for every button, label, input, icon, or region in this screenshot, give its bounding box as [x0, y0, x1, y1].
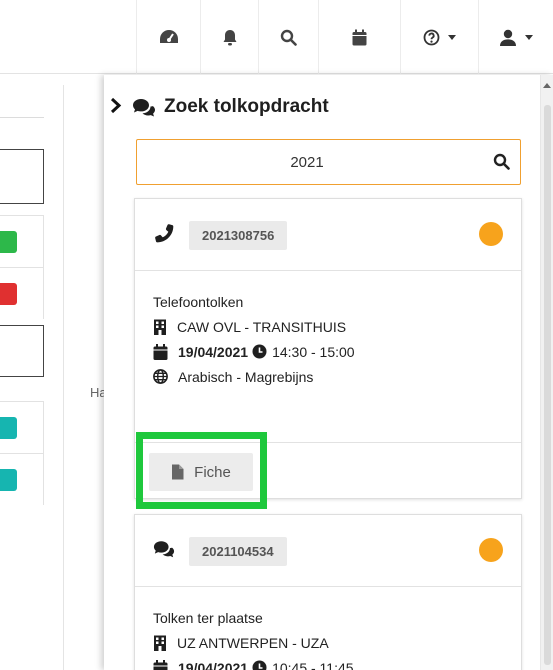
input-field[interactable] — [0, 325, 44, 377]
fiche-button[interactable]: Fiche — [149, 453, 253, 491]
schedule-line: 19/04/2021 14:30 - 15:00 — [153, 339, 503, 364]
background-page: Ha — [0, 75, 107, 670]
card-body: Telefoontolken CAW OVL - TRANSITHUIS 19/… — [153, 289, 503, 389]
list-item[interactable] — [0, 215, 44, 267]
notifications-button[interactable] — [200, 0, 258, 74]
order-number-badge: 2021104534 — [189, 537, 287, 566]
globe-icon — [153, 369, 168, 384]
clock-icon — [252, 344, 267, 359]
assignment-card[interactable]: 2021104534 Tolken ter plaatse UZ ANTWERP… — [134, 514, 522, 670]
search-icon — [280, 29, 297, 46]
status-indicator — [479, 538, 503, 562]
panel-title: Zoek tolkopdracht — [164, 96, 329, 117]
calendar-button[interactable] — [318, 0, 400, 74]
scroll-thumb[interactable] — [544, 105, 551, 665]
status-indicator — [479, 222, 503, 246]
calendar-icon — [153, 659, 168, 670]
building-icon — [154, 319, 166, 335]
search-input[interactable] — [137, 140, 477, 184]
scroll-up-arrow[interactable] — [543, 83, 551, 88]
card-header: 2021308756 — [135, 199, 521, 271]
chevron-right-icon — [110, 97, 122, 118]
file-icon — [172, 464, 184, 480]
divider — [0, 117, 44, 118]
list-item[interactable] — [0, 401, 44, 453]
search-submit-button[interactable] — [493, 153, 510, 174]
dashboard-icon — [159, 29, 179, 45]
search-icon — [493, 153, 510, 174]
help-icon — [423, 29, 440, 46]
card-header: 2021104534 — [135, 515, 521, 587]
search-button[interactable] — [258, 0, 318, 74]
collapse-panel-button[interactable] — [110, 97, 122, 118]
panel-scrollbar[interactable] — [540, 75, 553, 670]
comments-icon — [153, 540, 175, 562]
status-swatch — [0, 283, 17, 305]
dashboard-button[interactable] — [136, 0, 200, 74]
panel-header: Zoek tolkopdracht — [110, 93, 329, 121]
user-icon — [499, 29, 517, 46]
card-body: Tolken ter plaatse UZ ANTWERPEN - UZA 19… — [153, 605, 503, 670]
divider — [63, 85, 64, 670]
list-item[interactable] — [0, 267, 44, 319]
user-menu[interactable] — [478, 0, 553, 74]
top-navbar — [0, 0, 553, 74]
status-swatch — [0, 469, 17, 491]
search-box — [136, 139, 521, 185]
phone-icon — [153, 222, 175, 248]
search-panel: Zoek tolkopdracht 2021308756 Telefoontol… — [104, 75, 553, 670]
assignment-card[interactable]: 2021308756 Telefoontolken CAW OVL - TRAN… — [134, 198, 522, 499]
clock-icon — [252, 660, 267, 670]
bell-icon — [223, 29, 237, 46]
comments-icon — [132, 98, 156, 117]
building-icon — [154, 635, 166, 651]
location-line: UZ ANTWERPEN - UZA — [153, 630, 503, 655]
status-swatch — [0, 417, 17, 439]
order-number-badge: 2021308756 — [189, 221, 288, 250]
schedule-line: 19/04/2021 10:45 - 11:45 — [153, 655, 503, 670]
location-line: CAW OVL - TRANSITHUIS — [153, 314, 503, 339]
calendar-icon — [153, 343, 168, 360]
service-type: Tolken ter plaatse — [153, 609, 263, 626]
input-field[interactable] — [0, 149, 44, 204]
help-menu[interactable] — [400, 0, 478, 74]
service-type: Telefoontolken — [153, 293, 244, 310]
chevron-down-icon — [448, 34, 456, 40]
language-line: Arabisch - Magrebijns — [153, 364, 503, 389]
card-footer: Fiche — [135, 442, 521, 500]
calendar-icon — [352, 29, 367, 46]
chevron-down-icon — [525, 34, 533, 40]
status-swatch — [0, 231, 17, 253]
list-item[interactable] — [0, 453, 44, 505]
